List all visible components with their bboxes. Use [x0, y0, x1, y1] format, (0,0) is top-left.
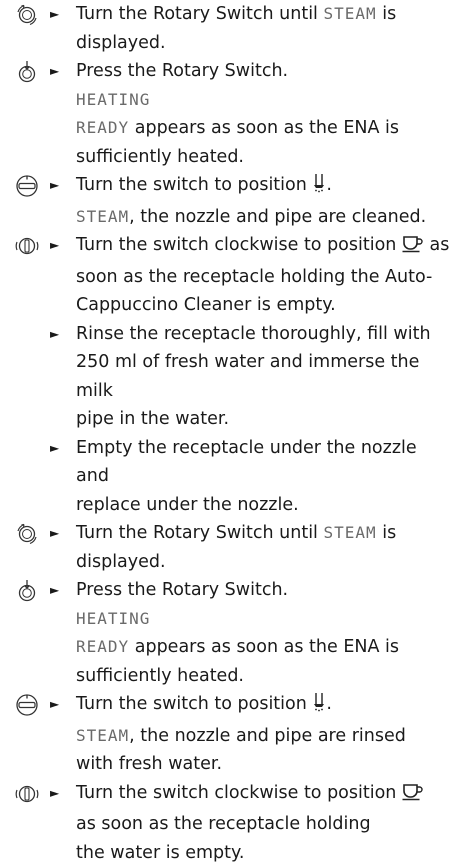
step-1: ► Turn the Rotary Switch until STEAM is … — [10, 0, 452, 57]
rotary-turn-icon — [10, 2, 44, 28]
bullet-arrow: ► — [50, 320, 59, 349]
step-10: ► Turn the switch clockwise to position … — [10, 779, 452, 867]
substep-empty: ► Empty the receptacle under the nozzle … — [10, 434, 452, 520]
lcd-text: STEAM — [76, 726, 129, 745]
bullet-arrow: ► — [50, 0, 59, 29]
step-9: ► Turn the switch to position . STEAM, t… — [10, 690, 452, 779]
lcd-text: READY — [76, 637, 129, 656]
cup-icon — [402, 234, 424, 263]
bullet-arrow: ► — [50, 434, 59, 463]
instruction-page: ► Turn the Rotary Switch until STEAM is … — [0, 0, 452, 826]
bullet-arrow: ► — [50, 690, 59, 719]
lcd-text: HEATING — [76, 605, 452, 634]
substep-rinse: ► Rinse the receptacle thoroughly, fill … — [10, 320, 452, 434]
bullet-arrow: ► — [50, 576, 59, 605]
lcd-text: STEAM — [323, 523, 376, 542]
switch-clockwise-icon — [10, 781, 44, 807]
step-8: ► Press the Rotary Switch. HEATING READY… — [10, 576, 452, 690]
lcd-text: HEATING — [76, 86, 452, 115]
bullet-arrow: ► — [50, 231, 59, 260]
steam-nozzle-icon — [312, 692, 326, 722]
cup-icon — [402, 782, 424, 811]
switch-position-icon — [10, 173, 44, 199]
step-7: ► Turn the Rotary Switch until STEAM is … — [10, 519, 452, 576]
bullet-arrow: ► — [50, 171, 59, 200]
switch-clockwise-icon — [10, 233, 44, 259]
lcd-text: READY — [76, 118, 129, 137]
bullet-arrow: ► — [50, 519, 59, 548]
step-2: ► Press the Rotary Switch. HEATING READY… — [10, 57, 452, 171]
rotary-press-icon — [10, 59, 44, 85]
lcd-text: STEAM — [76, 207, 129, 226]
bullet-arrow: ► — [50, 779, 59, 808]
steam-nozzle-icon — [312, 173, 326, 203]
lcd-text: STEAM — [323, 4, 376, 23]
switch-position-icon — [10, 692, 44, 718]
rotary-press-icon — [10, 578, 44, 604]
step-3: ► Turn the switch to position . STEAM, t… — [10, 171, 452, 231]
bullet-arrow: ► — [50, 57, 59, 86]
rotary-turn-icon — [10, 521, 44, 547]
step-4: ► Turn the switch clockwise to position … — [10, 231, 452, 320]
